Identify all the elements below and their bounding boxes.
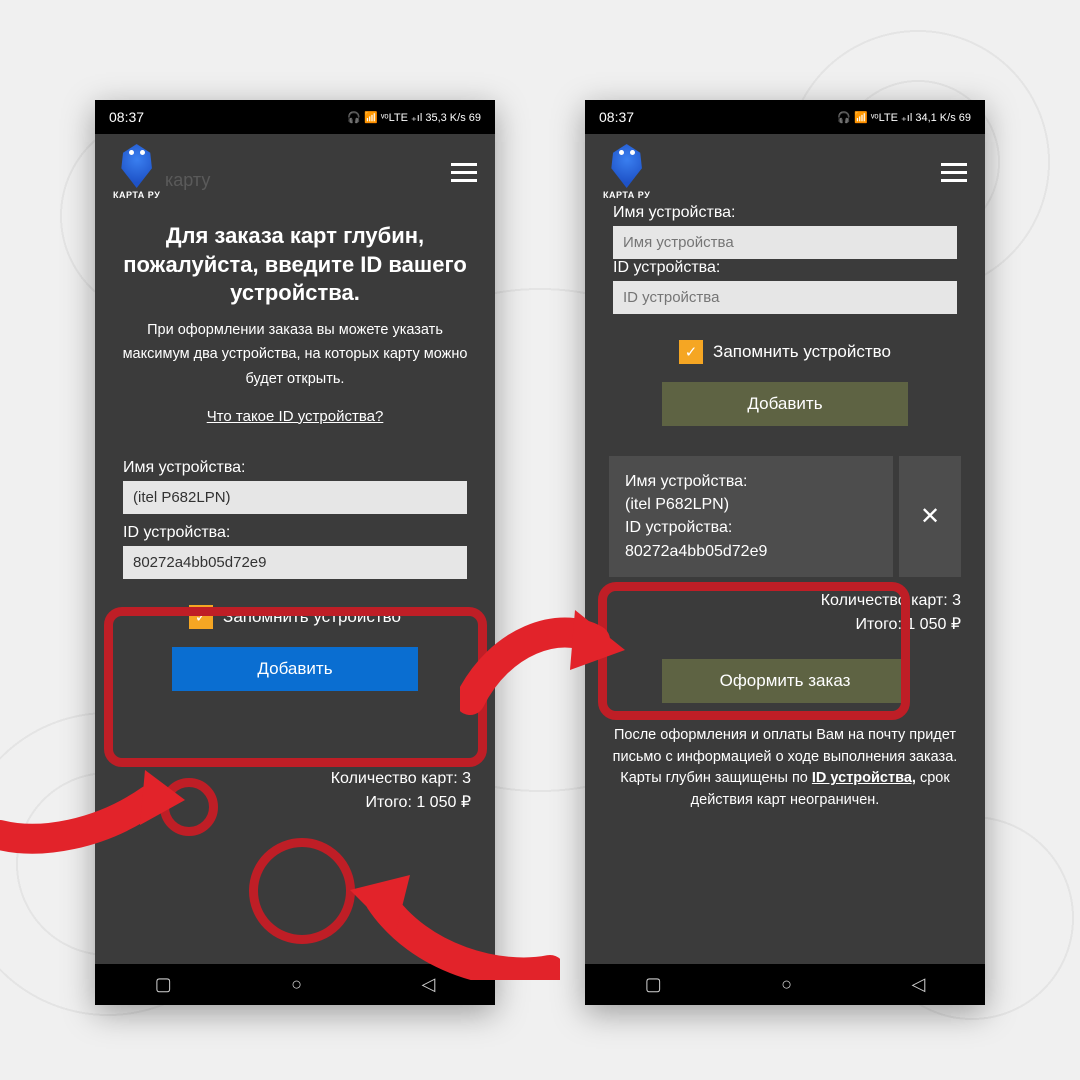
page-title: Для заказа карт глубин, пожалуйста, введ… xyxy=(119,222,471,308)
checkout-button[interactable]: Оформить заказ xyxy=(662,659,908,703)
footnote-link[interactable]: ID устройства, xyxy=(812,770,916,786)
phone-mockup-left: 08:37 🎧 📶 ᵛᵒLTE ₊ıl 35,3 K/s 69 карту КА… xyxy=(95,100,495,1005)
nav-recent-icon[interactable]: ▢ xyxy=(155,974,172,995)
logo-text: КАРТА РУ xyxy=(113,190,160,200)
remember-checkbox[interactable]: ✓ xyxy=(679,340,703,364)
remove-device-button[interactable]: ✕ xyxy=(899,456,961,577)
card-name-value: (itel P682LPN) xyxy=(625,493,877,516)
logo-pin-icon xyxy=(610,144,644,188)
remember-label: Запомнить устройство xyxy=(223,607,401,627)
close-icon: ✕ xyxy=(920,502,940,531)
app-header: КАРТА РУ xyxy=(585,134,985,206)
device-name-input[interactable] xyxy=(613,226,957,259)
order-summary: Количество карт: 3 Итого: 1 050 ₽ xyxy=(119,767,471,815)
nav-back-icon[interactable]: ◁ xyxy=(421,974,435,995)
status-icons: 🎧 📶 ᵛᵒLTE ₊ıl 35,3 K/s 69 xyxy=(347,111,481,124)
status-time: 08:37 xyxy=(109,109,144,125)
logo-text: КАРТА РУ xyxy=(603,190,650,200)
nav-home-icon[interactable]: ○ xyxy=(291,974,302,995)
name-label: Имя устройства: xyxy=(123,459,467,477)
id-label: ID устройства: xyxy=(613,259,957,277)
app-logo: КАРТА РУ xyxy=(603,144,650,200)
device-card: Имя устройства: (itel P682LPN) ID устрой… xyxy=(609,456,893,577)
card-id-label: ID устройства: xyxy=(625,516,877,539)
add-button[interactable]: Добавить xyxy=(172,647,418,691)
card-count: Количество карт: 3 xyxy=(119,767,471,791)
card-count: Количество карт: 3 xyxy=(609,589,961,613)
nav-back-icon[interactable]: ◁ xyxy=(911,974,925,995)
card-id-value: 80272a4bb05d72e9 xyxy=(625,540,877,563)
page-subtitle: При оформлении заказа вы можете указать … xyxy=(119,318,471,392)
status-time: 08:37 xyxy=(599,109,634,125)
footnote: После оформления и оплаты Вам на почту п… xyxy=(609,725,961,812)
device-form: Имя устройства: ID устройства: xyxy=(609,200,961,318)
app-header: КАРТА РУ xyxy=(95,134,495,206)
nav-recent-icon[interactable]: ▢ xyxy=(645,974,662,995)
status-bar: 08:37 🎧 📶 ᵛᵒLTE ₊ıl 35,3 K/s 69 xyxy=(95,100,495,134)
app-logo: КАРТА РУ xyxy=(113,144,160,200)
order-total: Итого: 1 050 ₽ xyxy=(119,791,471,815)
device-form: Имя устройства: ID устройства: xyxy=(119,445,471,583)
app-screen: карту КАРТА РУ Для заказа карт глубин, п… xyxy=(95,134,495,964)
remember-label: Запомнить устройство xyxy=(713,342,891,362)
order-total: Итого: 1 050 ₽ xyxy=(609,613,961,637)
android-navbar: ▢ ○ ◁ xyxy=(585,964,985,1005)
status-icons: 🎧 📶 ᵛᵒLTE ₊ıl 34,1 K/s 69 xyxy=(837,111,971,124)
remember-checkbox[interactable]: ✓ xyxy=(189,605,213,629)
device-name-input[interactable] xyxy=(123,481,467,514)
device-card-row: Имя устройства: (itel P682LPN) ID устрой… xyxy=(609,456,961,577)
nav-home-icon[interactable]: ○ xyxy=(781,974,792,995)
status-bar: 08:37 🎧 📶 ᵛᵒLTE ₊ıl 34,1 K/s 69 xyxy=(585,100,985,134)
phone-mockup-right: 08:37 🎧 📶 ᵛᵒLTE ₊ıl 34,1 K/s 69 КАРТА РУ… xyxy=(585,100,985,1005)
device-id-input[interactable] xyxy=(613,281,957,314)
help-link[interactable]: Что такое ID устройства? xyxy=(207,408,384,425)
logo-pin-icon xyxy=(120,144,154,188)
menu-button[interactable] xyxy=(941,163,967,182)
id-label: ID устройства: xyxy=(123,524,467,542)
card-name-label: Имя устройства: xyxy=(625,470,877,493)
android-navbar: ▢ ○ ◁ xyxy=(95,964,495,1005)
bg-word: карту xyxy=(165,170,210,191)
add-button[interactable]: Добавить xyxy=(662,382,908,426)
device-id-input[interactable] xyxy=(123,546,467,579)
order-summary: Количество карт: 3 Итого: 1 050 ₽ xyxy=(609,589,961,637)
menu-button[interactable] xyxy=(451,163,477,182)
app-screen: КАРТА РУ Имя устройства: ID устройства: … xyxy=(585,134,985,964)
name-label: Имя устройства: xyxy=(613,204,957,222)
